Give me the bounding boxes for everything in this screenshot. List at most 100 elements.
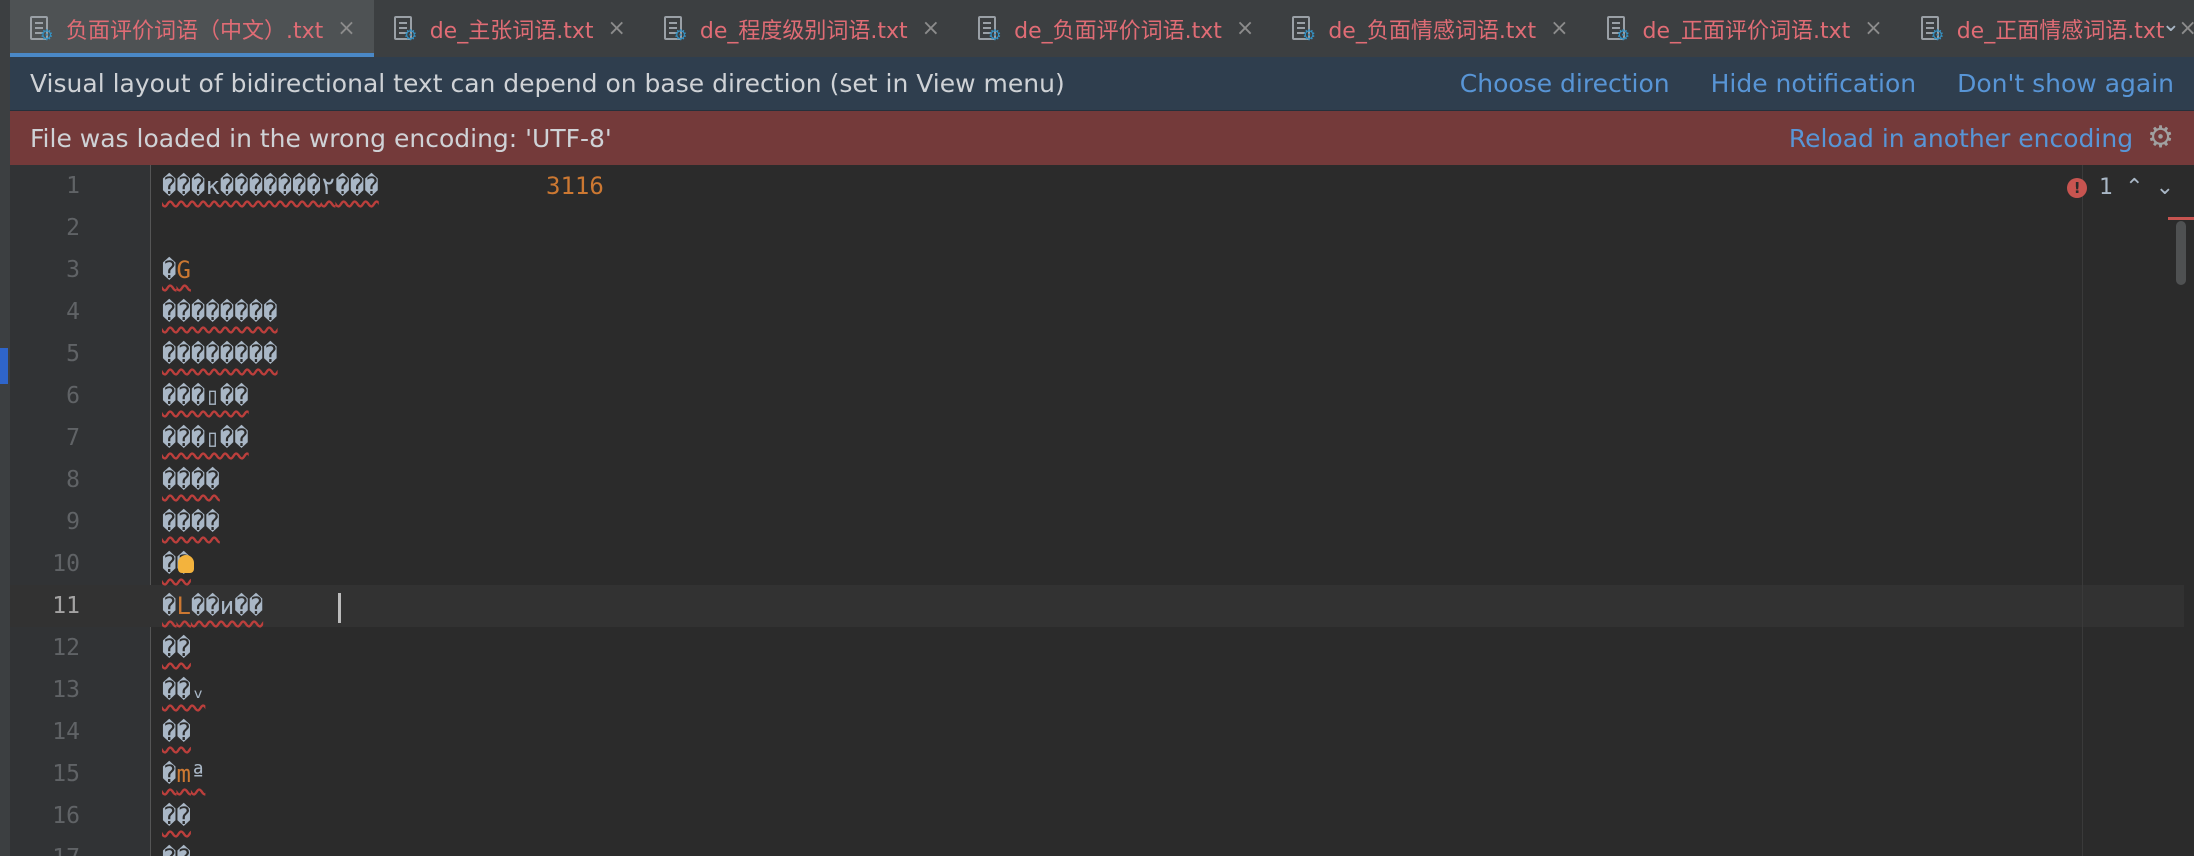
tab-label: de_负面评价词语.txt (1014, 18, 1222, 44)
hide-notification-link[interactable]: Hide notification (1711, 69, 1917, 98)
line-number: 17 (10, 845, 80, 856)
gear-icon[interactable]: ⚙ (2147, 123, 2174, 153)
line-number: 3 (66, 257, 80, 283)
line-text: �G (162, 256, 191, 284)
text-file-icon: ⚙ (392, 14, 418, 44)
text-file-icon: ⚙ (1290, 14, 1316, 44)
line-text: ���� (162, 466, 220, 494)
code-editor[interactable]: 1 ���к�������٢��� 3116 2 3 �G 4 ��������… (10, 165, 2194, 856)
line-number: 6 (66, 383, 80, 409)
tab-file-1[interactable]: ⚙ de_主张词语.txt × (374, 0, 644, 57)
line-number: 8 (66, 467, 80, 493)
tab-label: 负面评价词语（中文）.txt (66, 18, 324, 44)
editor-line: 11 �L��и�� (10, 585, 2184, 627)
text-file-icon: ⚙ (1919, 14, 1945, 44)
line-text: ���� (162, 508, 220, 536)
editor-line: 1 ���к�������٢��� 3116 (10, 165, 2184, 207)
bidi-notification: Visual layout of bidirectional text can … (10, 57, 2194, 111)
inspection-widget[interactable]: ! 1 ⌃ ⌄ (2067, 175, 2174, 200)
line-text: �� (162, 844, 191, 856)
text-file-icon: ⚙ (28, 14, 54, 44)
tab-file-2[interactable]: ⚙ de_程度级别词语.txt × (644, 0, 958, 57)
text-cursor (338, 593, 341, 623)
encoding-message: File was loaded in the wrong encoding: '… (30, 123, 612, 153)
line-number: 10 (52, 551, 80, 577)
editor-line: 13 ��ᵥ (10, 669, 2184, 711)
editor-line: 3 �G (10, 249, 2184, 291)
line-text: ��ᵥ (162, 676, 206, 704)
close-icon[interactable]: × (1550, 17, 1568, 40)
tab-file-0[interactable]: ⚙ 负面评价词语（中文）.txt × (10, 0, 374, 57)
editor-tab-bar: ⚙ 负面评价词语（中文）.txt × ⚙ de_主张词语.txt × ⚙ de_… (10, 0, 2194, 58)
tool-strip-marker (0, 348, 8, 384)
close-icon[interactable]: × (2178, 17, 2194, 40)
line-text: �mª (162, 760, 206, 788)
chevron-up-icon[interactable]: ⌃ (2125, 175, 2143, 200)
line-text: �� (162, 802, 191, 830)
tab-label: de_负面情感词语.txt (1328, 18, 1537, 44)
tab-file-6[interactable]: ⚙ de_正面情感词语.txt × (1901, 0, 2194, 57)
close-icon[interactable]: × (1236, 17, 1254, 40)
reload-encoding-link[interactable]: Reload in another encoding (1789, 124, 2133, 153)
encoding-notification: File was loaded in the wrong encoding: '… (10, 111, 2194, 165)
error-stripe-marker[interactable] (2168, 217, 2194, 220)
line-number: 16 (52, 803, 80, 829)
error-icon: ! (2067, 177, 2088, 198)
line-number-value: 3116 (546, 172, 604, 200)
line-number: 7 (66, 425, 80, 451)
text-file-icon: ⚙ (1605, 14, 1631, 44)
editor-line: 15 �mª (10, 753, 2184, 795)
choose-direction-link[interactable]: Choose direction (1460, 69, 1670, 98)
line-text: ���к�������٢��� (162, 172, 379, 200)
line-number: 15 (52, 761, 80, 787)
line-number: 2 (66, 215, 80, 241)
line-text: �� (162, 634, 191, 662)
close-icon[interactable]: × (1864, 17, 1882, 40)
vertical-scrollbar[interactable] (2176, 221, 2186, 285)
chevron-down-icon[interactable]: ⌄ (2162, 12, 2180, 37)
close-icon[interactable]: × (922, 17, 940, 40)
dont-show-again-link[interactable]: Don't show again (1957, 69, 2174, 98)
text-file-icon: ⚙ (976, 14, 1002, 44)
editor-line: 6 ���▯�� (10, 375, 2184, 417)
line-number: 1 (66, 173, 80, 199)
lightbulb-icon[interactable] (178, 555, 194, 573)
tab-label: de_正面情感词语.txt (1956, 18, 2165, 44)
editor-line: 7 ���▯�� (10, 417, 2184, 459)
line-number: 12 (52, 635, 80, 661)
line-number: 5 (66, 341, 80, 367)
editor-line: 8 ���� (10, 459, 2184, 501)
left-tool-strip (0, 0, 10, 856)
bidi-message: Visual layout of bidirectional text can … (30, 69, 1065, 98)
line-text: �L��и�� (162, 592, 264, 620)
line-number: 11 (52, 593, 80, 619)
tab-label: de_正面评价词语.txt (1642, 18, 1851, 44)
editor-line: 12 �� (10, 627, 2184, 669)
line-number: 4 (66, 299, 80, 325)
tab-file-3[interactable]: ⚙ de_负面评价词语.txt × (958, 0, 1272, 57)
line-text: �������� (162, 298, 278, 326)
editor-line: 14 �� (10, 711, 2184, 753)
tab-label: de_主张词语.txt (429, 18, 594, 44)
chevron-down-icon[interactable]: ⌄ (2156, 175, 2174, 200)
line-number: 14 (52, 719, 80, 745)
tab-label: de_程度级别词语.txt (699, 18, 908, 44)
editor-line: 4 �������� (10, 291, 2184, 333)
editor-line: 17 �� (10, 837, 2184, 856)
line-text: �� (162, 718, 191, 746)
editor-line: 9 ���� (10, 501, 2184, 543)
editor-line: 10 �� (10, 543, 2184, 585)
text-file-icon: ⚙ (662, 14, 688, 44)
close-icon[interactable]: × (607, 17, 625, 40)
close-icon[interactable]: × (337, 17, 355, 40)
line-text: ���▯�� (162, 424, 249, 452)
line-number: 13 (52, 677, 80, 703)
tab-file-4[interactable]: ⚙ de_负面情感词语.txt × (1272, 0, 1586, 57)
error-count: 1 (2099, 175, 2114, 200)
tab-file-5[interactable]: ⚙ de_正面评价词语.txt × (1587, 0, 1901, 57)
line-text: ���▯�� (162, 382, 249, 410)
line-text: �������� (162, 340, 278, 368)
editor-line: 2 (10, 207, 2184, 249)
editor-line: 16 �� (10, 795, 2184, 837)
editor-line: 5 �������� (10, 333, 2184, 375)
